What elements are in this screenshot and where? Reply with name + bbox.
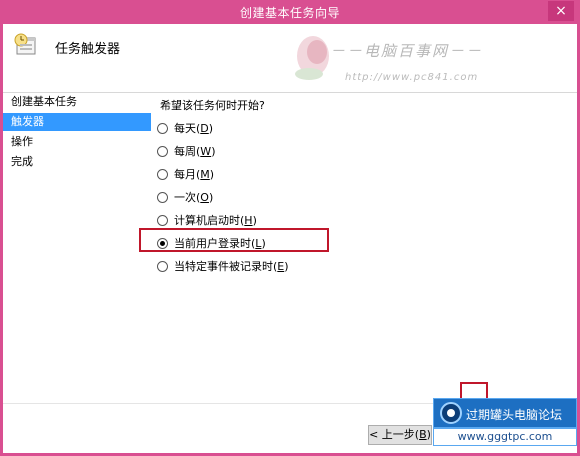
wizard-steps: 创建基本任务 触发器 操作 完成 (3, 93, 151, 403)
trigger-question: 希望该任务何时开始? (160, 99, 265, 112)
forum-watermark-badge: 过期罐头电脑论坛 www.gggtpc.com (433, 398, 577, 446)
radio-label: 一次(O) (174, 191, 214, 204)
sidebar-item-trigger[interactable]: 触发器 (3, 113, 151, 131)
back-button[interactable]: < 上一步(B) (368, 425, 432, 445)
sidebar-item-action[interactable]: 操作 (3, 133, 151, 151)
radio-label: 每周(W) (174, 145, 216, 158)
radio-label: 每月(M) (174, 168, 215, 181)
radio-button[interactable] (157, 261, 168, 272)
radio-button[interactable] (157, 192, 168, 203)
close-button[interactable]: × (548, 1, 574, 21)
annotation-highlight-box (139, 228, 329, 252)
watermark-text: －－电脑百事网－－ (330, 42, 484, 60)
window-title: 创建基本任务向导 (239, 6, 340, 20)
sidebar-item-finish[interactable]: 完成 (3, 153, 151, 171)
page-title: 任务触发器 (55, 42, 121, 57)
badge-banner: 过期罐头电脑论坛 (433, 398, 577, 428)
radio-button[interactable] (157, 169, 168, 180)
radio-button[interactable] (157, 215, 168, 226)
radio-label: 当特定事件被记录时(E) (174, 260, 289, 273)
radio-label: 每天(D) (174, 122, 214, 135)
radio-button[interactable] (157, 146, 168, 157)
badge-url: www.gggtpc.com (433, 428, 577, 446)
watermark-url: http://www.pc841.com (345, 72, 479, 83)
radio-button[interactable] (157, 123, 168, 134)
wizard-window: 创建基本任务向导 × 任务触发器 －－电脑百事网－－ http://www.pc… (0, 0, 580, 456)
task-clock-icon (14, 33, 36, 55)
title-bar[interactable]: 创建基本任务向导 × (0, 0, 580, 24)
forum-logo-icon (440, 402, 462, 424)
sidebar-item-create-task[interactable]: 创建基本任务 (3, 93, 151, 111)
badge-name: 过期罐头电脑论坛 (466, 408, 563, 422)
